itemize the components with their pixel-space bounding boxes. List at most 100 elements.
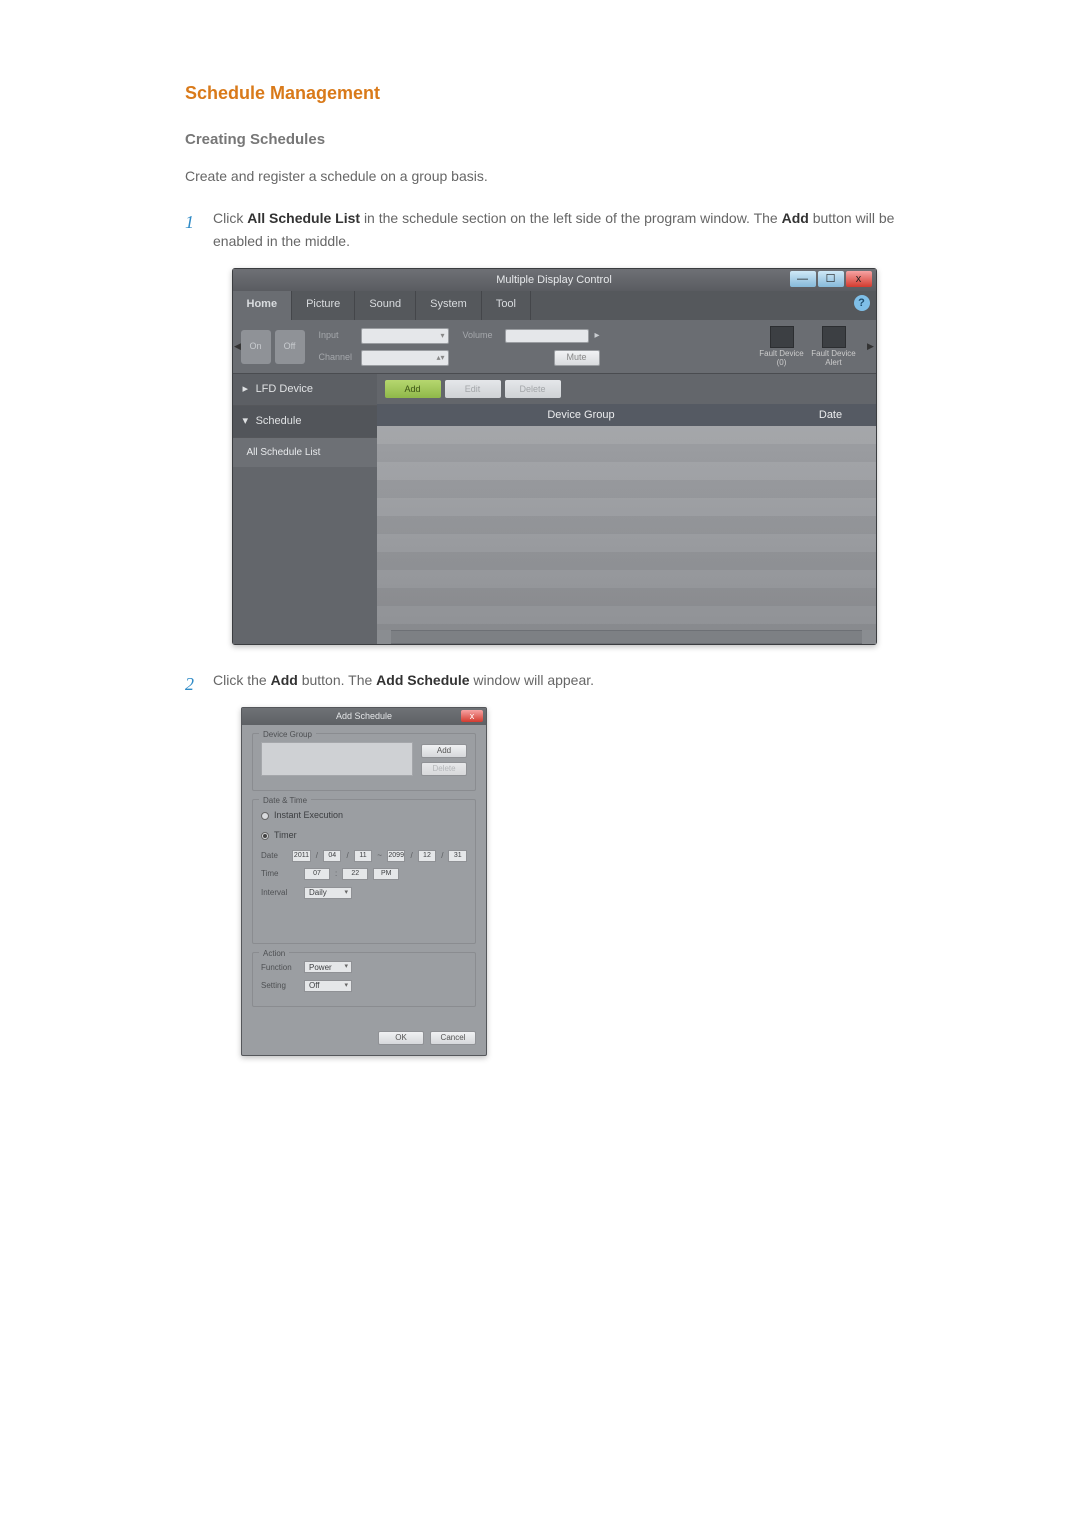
step-2-text-3: window will appear. (473, 672, 594, 688)
dialog-footer: OK Cancel (242, 1025, 486, 1055)
ribbon-scroll-left[interactable]: ◀ (233, 320, 243, 374)
date-from-year[interactable]: 2011 (292, 850, 311, 862)
delete-button[interactable]: Delete (505, 380, 561, 398)
time-ampm[interactable]: PM (373, 868, 399, 880)
step-1-text-1: Click (213, 210, 247, 226)
maximize-button[interactable]: ☐ (818, 271, 844, 287)
sidebar-item-lfd-device[interactable]: ▸ LFD Device (233, 374, 377, 406)
table-stripes (377, 426, 876, 630)
dialog-title: Add Schedule (336, 709, 392, 724)
close-button[interactable]: x (846, 271, 872, 287)
instant-execution-radio[interactable] (261, 812, 269, 820)
sidebar-item-all-schedule-list[interactable]: All Schedule List (233, 438, 377, 467)
col-date: Date (786, 406, 876, 425)
fault-alert-button[interactable]: Fault Device Alert (810, 326, 858, 368)
date-time-fieldset: Date & Time Instant Execution Timer Date… (252, 799, 476, 943)
channel-spinner[interactable]: ▴▾ (361, 350, 449, 366)
step-1-bold-all-schedule-list: All Schedule List (247, 210, 360, 226)
app-window: Multiple Display Control — ☐ x Home Pict… (232, 268, 877, 645)
action-fieldset: Action Function Power Setting Off (252, 952, 476, 1007)
step-2-text-1: Click the (213, 672, 271, 688)
scroll-track[interactable] (391, 631, 862, 643)
mute-button[interactable]: Mute (554, 350, 600, 366)
step-1: Click All Schedule List in the schedule … (185, 207, 895, 646)
intro-paragraph: Create and register a schedule on a grou… (185, 166, 895, 187)
dialog-body: Device Group Add Delete Date & Time Inst… (242, 725, 486, 1025)
slider-cap-icon: ▸ (595, 327, 600, 344)
input-group: Input ▾ Channel ▴▾ (319, 328, 449, 366)
date-tilde: ~ (377, 849, 382, 863)
ok-button[interactable]: OK (378, 1031, 424, 1045)
add-schedule-dialog: Add Schedule x Device Group Add Delete D… (241, 707, 487, 1056)
horizontal-scrollbar[interactable] (377, 630, 876, 644)
device-group-legend: Device Group (259, 728, 316, 742)
instant-execution-label: Instant Execution (274, 808, 343, 823)
add-button[interactable]: Add (385, 380, 441, 398)
date-from-month[interactable]: 04 (323, 850, 342, 862)
schedule-action-bar: Add Edit Delete (377, 374, 876, 404)
tab-bar: Home Picture Sound System Tool ? (233, 291, 876, 320)
step-2: Click the Add button. The Add Schedule w… (185, 669, 895, 1055)
tab-sound[interactable]: Sound (355, 291, 416, 320)
tab-home[interactable]: Home (233, 291, 293, 320)
interval-dropdown[interactable]: Daily (304, 887, 352, 899)
chevron-down-icon: ▾ (243, 412, 253, 431)
fault-alert-icon (822, 326, 846, 348)
interval-label: Interval (261, 886, 299, 900)
setting-label: Setting (261, 979, 299, 993)
input-dropdown[interactable]: ▾ (361, 328, 449, 344)
function-label: Function (261, 961, 299, 975)
power-on-button[interactable]: On (241, 330, 271, 364)
device-group-list[interactable] (261, 742, 413, 776)
tab-tool[interactable]: Tool (482, 291, 531, 320)
time-hour[interactable]: 07 (304, 868, 330, 880)
device-group-add-button[interactable]: Add (421, 744, 467, 758)
step-1-text-2: in the schedule section on the left side… (364, 210, 782, 226)
window-title: Multiple Display Control (496, 271, 612, 290)
dialog-titlebar: Add Schedule x (242, 708, 486, 725)
power-off-button[interactable]: Off (275, 330, 305, 364)
cancel-button[interactable]: Cancel (430, 1031, 476, 1045)
time-label: Time (261, 867, 299, 881)
volume-slider[interactable] (505, 329, 589, 343)
heading-schedule-management: Schedule Management (185, 80, 895, 107)
scroll-left-cap[interactable] (377, 630, 391, 644)
chevron-right-icon: ▸ (243, 380, 253, 399)
tab-picture[interactable]: Picture (292, 291, 355, 320)
schedule-table-header: Device Group Date (377, 404, 876, 426)
sidebar-item-schedule[interactable]: ▾ Schedule (233, 406, 377, 438)
minimize-button[interactable]: — (790, 271, 816, 287)
date-to-month[interactable]: 12 (418, 850, 437, 862)
col-device-group: Device Group (377, 406, 786, 425)
edit-button[interactable]: Edit (445, 380, 501, 398)
date-to-day[interactable]: 31 (448, 850, 467, 862)
ribbon-scroll-right[interactable]: ▶ (866, 320, 876, 374)
ribbon-toolbar: ◀ On Off Input ▾ Channel ▴▾ (233, 320, 876, 375)
channel-label: Channel (319, 350, 355, 365)
device-group-delete-button[interactable]: Delete (421, 762, 467, 776)
heading-creating-schedules: Creating Schedules (185, 129, 895, 152)
power-group: On Off (241, 330, 305, 364)
step-2-bold-add-schedule: Add Schedule (376, 672, 469, 688)
date-label: Date (261, 849, 287, 863)
volume-group: Volume ▸ Mute (463, 327, 600, 366)
date-from-day[interactable]: 11 (354, 850, 373, 862)
window-controls: — ☐ x (790, 271, 872, 287)
function-dropdown[interactable]: Power (304, 961, 352, 973)
time-minute[interactable]: 22 (342, 868, 368, 880)
dialog-close-button[interactable]: x (461, 710, 483, 722)
titlebar: Multiple Display Control — ☐ x (233, 269, 876, 291)
fault-device-button[interactable]: Fault Device (0) (758, 326, 806, 368)
scroll-right-cap[interactable] (862, 630, 876, 644)
timer-radio[interactable] (261, 832, 269, 840)
date-time-legend: Date & Time (259, 794, 311, 808)
tab-system[interactable]: System (416, 291, 482, 320)
date-to-year[interactable]: 2099 (387, 850, 406, 862)
setting-dropdown[interactable]: Off (304, 980, 352, 992)
sidebar: ▸ LFD Device ▾ Schedule All Schedule Lis… (233, 374, 377, 644)
action-legend: Action (259, 947, 289, 961)
device-group-fieldset: Device Group Add Delete (252, 733, 476, 791)
volume-label: Volume (463, 328, 499, 343)
help-button[interactable]: ? (854, 295, 870, 311)
fault-group: Fault Device (0) Fault Device Alert (758, 326, 858, 368)
